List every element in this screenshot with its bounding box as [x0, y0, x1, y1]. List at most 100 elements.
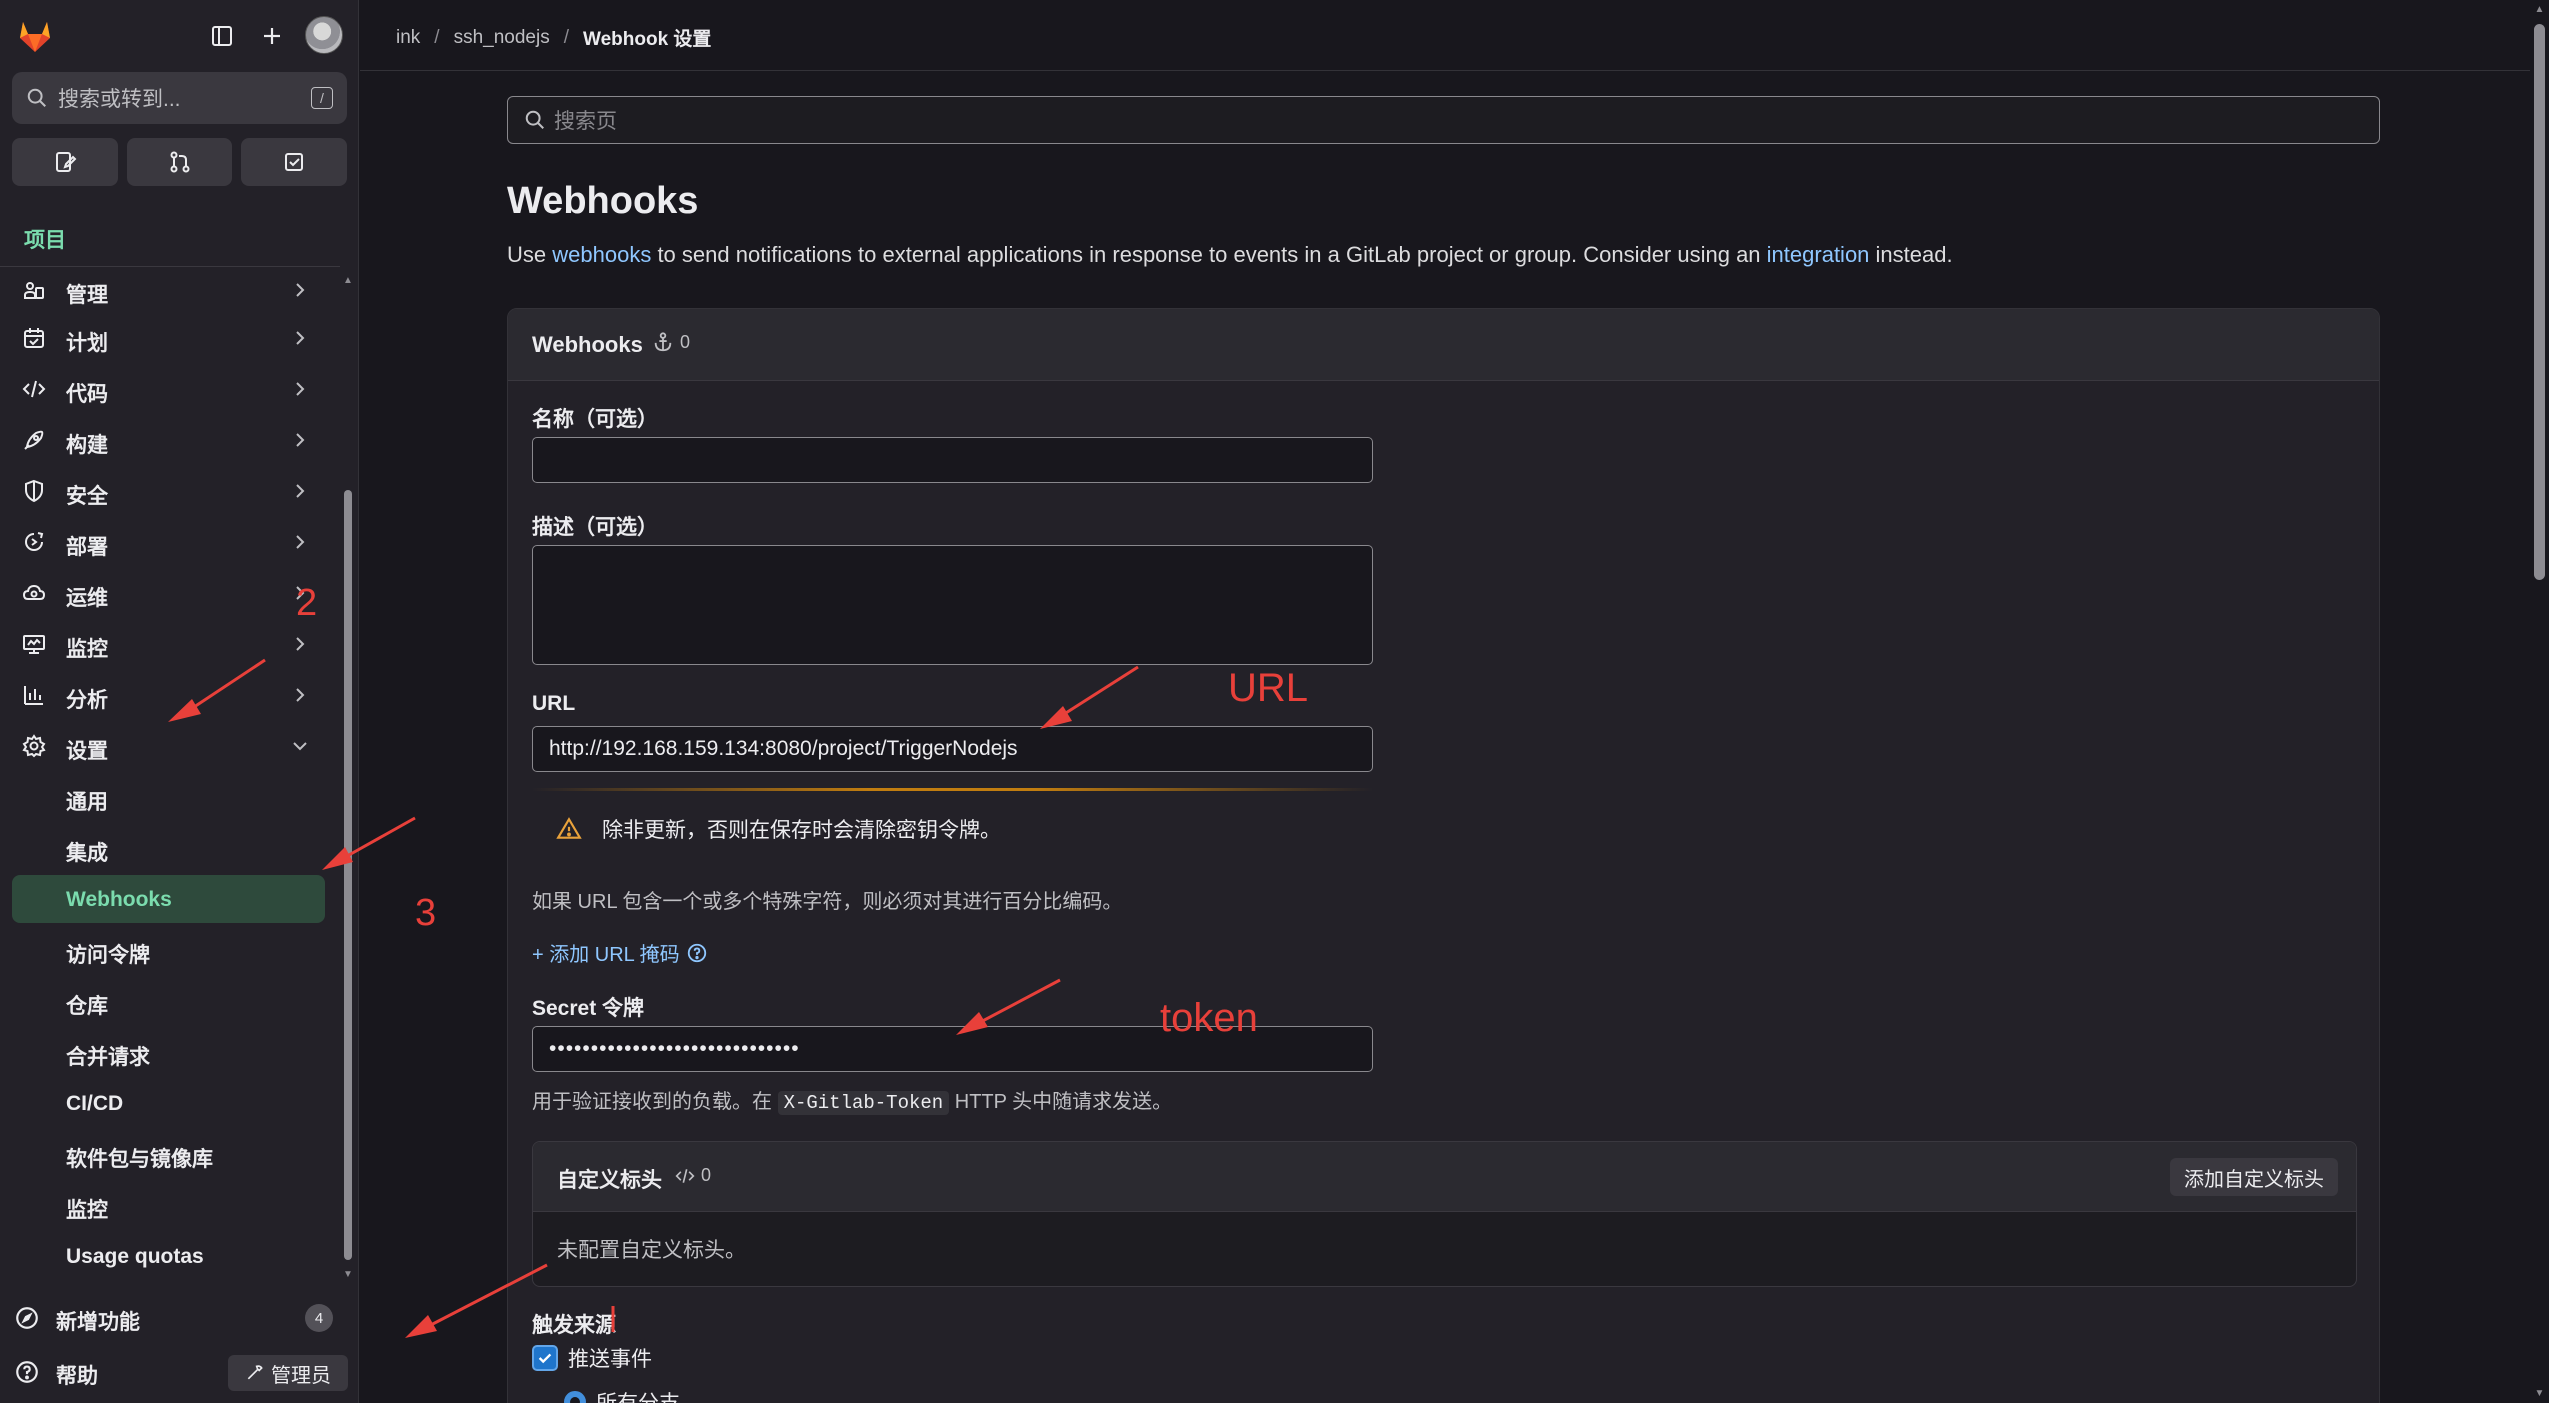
breadcrumb-item[interactable]: ink: [396, 27, 420, 49]
custom-headers-count: 0: [675, 1165, 711, 1186]
sidebar-subitem-label: 仓库: [66, 995, 108, 1018]
all-branches-radio-row[interactable]: 所有分支: [564, 1387, 680, 1403]
main-content: 搜索页 Webhooks Use webhooks to send notifi…: [360, 72, 2530, 1403]
sidebar-item-secure[interactable]: 安全: [0, 467, 330, 515]
sidebar-top: [0, 0, 359, 70]
webhooks-link[interactable]: webhooks: [552, 242, 651, 267]
scroll-down-arrow[interactable]: ▼: [343, 1270, 353, 1280]
sidebar-item-label: 部署: [66, 536, 108, 559]
admin-area-button[interactable]: 管理员: [228, 1355, 348, 1391]
page-scrollbar[interactable]: ▲ ▼: [2530, 0, 2549, 1403]
warning-icon: [556, 816, 582, 842]
sidebar-subitem-general[interactable]: 通用: [12, 773, 325, 821]
warning-text: 除非更新，否则在保存时会清除密钥令牌。: [602, 819, 1001, 842]
merge-requests-button[interactable]: [126, 138, 233, 186]
sidebar-subitem-label: 合并请求: [66, 1046, 150, 1069]
custom-headers-count-value: 0: [701, 1165, 712, 1185]
chevron-right-icon: [290, 634, 310, 654]
secret-help-text: 用于验证接收到的负载。在 X-Gitlab-Token HTTP 头中随请求发送…: [532, 1085, 1173, 1115]
breadcrumb-separator: /: [434, 26, 440, 48]
secret-help-part: HTTP 头中随请求发送。: [949, 1091, 1173, 1113]
avatar[interactable]: [305, 16, 343, 54]
secret-header-code: X-Gitlab-Token: [777, 1091, 950, 1115]
chevron-right-icon: [290, 328, 310, 348]
sidebar-item-analyze[interactable]: 分析: [0, 671, 330, 719]
sidebar-scrollbar[interactable]: [344, 490, 352, 1260]
sidebar-subitem-monitor[interactable]: 监控: [12, 1181, 325, 1229]
todos-button[interactable]: [241, 138, 348, 186]
description-label: 描述（可选）: [532, 516, 658, 539]
push-events-label: 推送事件: [568, 1348, 652, 1371]
no-custom-headers-text: 未配置自定义标头。: [557, 1239, 746, 1262]
anchor-icon: [652, 331, 674, 353]
sidebar-subitem-label: Usage quotas: [66, 1245, 204, 1268]
breadcrumb-item[interactable]: ssh_nodejs: [454, 27, 550, 49]
sidebar-subitem-packages-registries[interactable]: 软件包与镜像库: [12, 1130, 325, 1178]
sidebar-item-label: 计划: [66, 332, 108, 355]
search-icon: [26, 87, 48, 109]
url-input[interactable]: http://192.168.159.134:8080/project/Trig…: [532, 726, 1373, 772]
integration-link[interactable]: integration: [1767, 242, 1870, 267]
page-scrollbar-thumb[interactable]: [2534, 24, 2545, 580]
custom-headers-card: 自定义标头 0 添加自定义标头 未配置自定义标头。: [532, 1141, 2357, 1287]
page-search-input[interactable]: 搜索页: [507, 96, 2380, 144]
sidebar-subitem-cicd[interactable]: CI/CD: [12, 1079, 325, 1127]
sidebar-subitem-repository[interactable]: 仓库: [12, 977, 325, 1025]
issues-button[interactable]: [12, 138, 118, 186]
chevron-down-icon: [290, 736, 310, 756]
card-title: Webhooks: [532, 332, 643, 357]
sidebar-item-operate[interactable]: 运维: [0, 569, 330, 617]
scroll-down-arrow[interactable]: ▼: [2534, 1388, 2545, 1399]
sidebar-item-manage[interactable]: 管理: [0, 266, 330, 314]
annotation-step-2: 2: [296, 582, 318, 624]
help-button[interactable]: 帮助 管理员: [0, 1346, 359, 1396]
all-branches-radio[interactable]: [564, 1391, 586, 1403]
sidebar-item-settings[interactable]: 设置: [0, 722, 330, 770]
webhook-form-card: Webhooks 0 名称（可选） 描述（可选） URL http://192.…: [507, 308, 2380, 1403]
scroll-up-arrow[interactable]: ▲: [2534, 4, 2545, 15]
url-label: URL: [532, 692, 576, 715]
add-custom-header-button[interactable]: 添加自定义标头: [2170, 1158, 2338, 1196]
monitor-icon: [22, 632, 46, 656]
top-bar: ink / ssh_nodejs / Webhook 设置: [360, 0, 2530, 71]
secret-help-part: 用于验证接收到的负载。在: [532, 1091, 778, 1113]
sidebar-item-code[interactable]: 代码: [0, 365, 330, 413]
admin-label: 管理员: [271, 1364, 331, 1387]
sidebar-item-monitor[interactable]: 监控: [0, 620, 330, 668]
annotation-token: token: [1160, 996, 1258, 1040]
secret-token-label: Secret 令牌: [532, 997, 645, 1020]
gitlab-logo-icon[interactable]: [14, 14, 56, 56]
whats-new-label: 新增功能: [56, 1311, 140, 1334]
sidebar-subitem-label: 集成: [66, 842, 108, 865]
sidebar-item-label: 运维: [66, 587, 108, 610]
trigger-title: 触发来源: [532, 1314, 616, 1337]
push-events-checkbox[interactable]: [532, 1345, 558, 1371]
global-search-input[interactable]: 搜索或转到... /: [12, 72, 347, 124]
desc-text: instead.: [1869, 242, 1953, 267]
sidebar-item-plan[interactable]: 计划: [0, 314, 330, 362]
sidebar-item-deploy[interactable]: 部署: [0, 518, 330, 566]
push-events-checkbox-row[interactable]: 推送事件: [532, 1343, 652, 1373]
description-textarea[interactable]: [532, 545, 1373, 665]
name-input[interactable]: [532, 437, 1373, 483]
breadcrumb-current[interactable]: Webhook 设置: [583, 24, 711, 51]
code-icon: [675, 1166, 695, 1186]
add-url-mask-link[interactable]: + 添加 URL 掩码: [532, 938, 708, 967]
question-circle-icon[interactable]: [686, 942, 708, 964]
sidebar-subitem-usage-quotas[interactable]: Usage quotas: [12, 1232, 325, 1280]
sidebar-subitem-integrations[interactable]: 集成: [12, 824, 325, 872]
sidebar-toggle-icon[interactable]: [204, 18, 240, 54]
search-icon: [524, 109, 546, 131]
sidebar-item-label: 代码: [66, 383, 108, 406]
sidebar-subitem-merge-requests[interactable]: 合并请求: [12, 1028, 325, 1076]
wrench-icon: [245, 1363, 265, 1383]
scroll-up-arrow[interactable]: ▲: [343, 276, 353, 286]
sidebar-item-label: 管理: [66, 284, 108, 307]
sidebar-subitem-access-tokens[interactable]: 访问令牌: [12, 926, 325, 974]
sidebar-subitem-webhooks[interactable]: Webhooks: [12, 875, 325, 923]
sidebar-item-build[interactable]: 构建: [0, 416, 330, 464]
plus-icon[interactable]: [254, 18, 290, 54]
warning-accent-line: [532, 788, 1373, 791]
all-branches-label: 所有分支: [596, 1387, 680, 1403]
whats-new-button[interactable]: 新增功能 4: [0, 1292, 359, 1342]
